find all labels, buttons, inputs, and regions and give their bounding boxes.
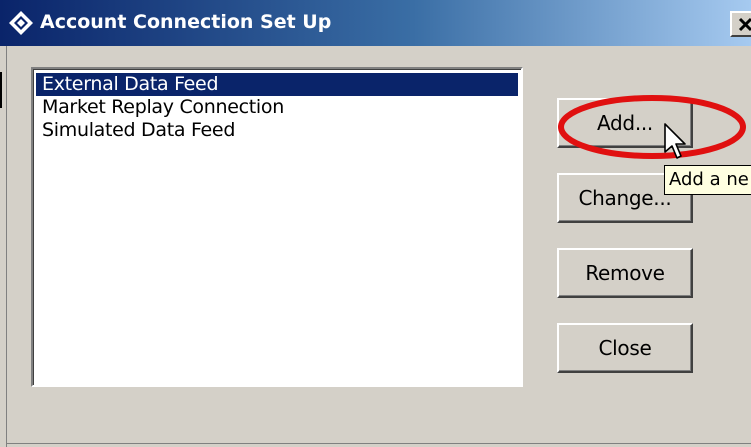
bottom-edge (6, 443, 751, 444)
tooltip: Add a ne (664, 165, 751, 195)
close-button[interactable]: Close (557, 323, 693, 373)
connections-list: External Data Feed Market Replay Connecti… (36, 73, 518, 142)
list-item[interactable]: Simulated Data Feed (36, 119, 518, 142)
red-highlight-ellipse (558, 95, 746, 159)
connections-listbox[interactable]: External Data Feed Market Replay Connecti… (31, 67, 523, 387)
list-item[interactable]: External Data Feed (36, 73, 518, 96)
close-window-button[interactable] (730, 11, 751, 37)
left-edge-mark (0, 72, 2, 108)
list-item[interactable]: Market Replay Connection (36, 96, 518, 119)
mouse-pointer-icon (664, 123, 686, 159)
close-icon (738, 17, 751, 32)
window-title: Account Connection Set Up (40, 11, 332, 33)
remove-button[interactable]: Remove (557, 248, 693, 298)
diamond-app-icon (9, 11, 33, 35)
title-bar[interactable]: Account Connection Set Up (0, 0, 751, 46)
